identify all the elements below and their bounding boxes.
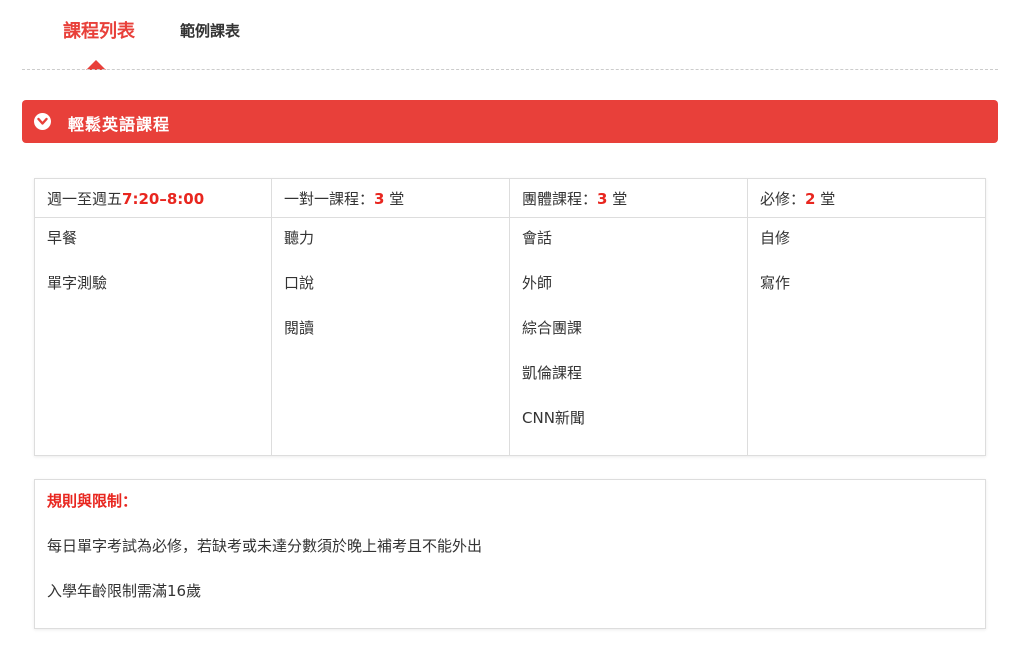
header-highlight: 3 bbox=[597, 190, 608, 208]
header-suffix: 堂 bbox=[815, 190, 836, 208]
list-item: 會話 bbox=[522, 229, 553, 247]
rules-panel: 規則與限制： 每日單字考試為必修，若缺考或未達分數須於晚上補考且不能外出 入學年… bbox=[34, 479, 986, 629]
header-text: 週一至週五 bbox=[47, 190, 123, 208]
header-text: 必修： bbox=[760, 190, 806, 208]
header-text: 團體課程： bbox=[522, 190, 598, 208]
list-item: 聽力 bbox=[284, 229, 315, 247]
course-title: 輕鬆英語課程 bbox=[68, 115, 171, 134]
list-item: 閱讀 bbox=[284, 319, 315, 337]
tab-bar: 課程列表 範例課表 bbox=[0, 0, 1024, 72]
column-header: 團體課程：3 堂 bbox=[510, 179, 747, 218]
header-highlight: 3 bbox=[374, 190, 385, 208]
list-item: 單字測驗 bbox=[47, 274, 108, 292]
header-highlight: 2 bbox=[805, 190, 816, 208]
header-suffix: 堂 bbox=[384, 190, 405, 208]
list-item: 早餐 bbox=[47, 229, 78, 247]
list-item: 綜合團課 bbox=[522, 319, 583, 337]
list-item: 口說 bbox=[284, 274, 315, 292]
column-header: 週一至週五7:20–8:00 bbox=[35, 179, 271, 218]
header-suffix: 堂 bbox=[607, 190, 628, 208]
schedule-column-required: 必修：2 堂 自修 寫作 bbox=[748, 179, 985, 455]
schedule-column-one-on-one: 一對一課程：3 堂 聽力 口說 閱讀 bbox=[272, 179, 510, 455]
column-header: 必修：2 堂 bbox=[748, 179, 985, 218]
course-accordion-header[interactable]: 輕鬆英語課程 bbox=[22, 100, 998, 143]
list-item: CNN新聞 bbox=[522, 409, 585, 427]
list-item: 自修 bbox=[760, 229, 791, 247]
schedule-column-group: 團體課程：3 堂 會話 外師 綜合團課 凱倫課程 CNN新聞 bbox=[510, 179, 748, 455]
column-header: 一對一課程：3 堂 bbox=[272, 179, 509, 218]
header-highlight: 7:20–8:00 bbox=[122, 190, 205, 208]
tab-divider bbox=[22, 69, 998, 70]
list-item: 外師 bbox=[522, 274, 553, 292]
header-text: 一對一課程： bbox=[284, 190, 375, 208]
tab-course-list[interactable]: 課程列表 bbox=[63, 17, 135, 43]
schedule-column-daily: 週一至週五7:20–8:00 早餐 單字測驗 bbox=[35, 179, 272, 455]
rules-title: 規則與限制： bbox=[47, 492, 138, 510]
chevron-down-circle-icon bbox=[34, 113, 51, 130]
list-item: 寫作 bbox=[760, 274, 791, 292]
list-item: 凱倫課程 bbox=[522, 364, 583, 382]
rule-item: 入學年齡限制需滿16歲 bbox=[47, 582, 202, 600]
rule-item: 每日單字考試為必修，若缺考或未達分數須於晚上補考且不能外出 bbox=[47, 537, 483, 555]
tab-sample-schedule[interactable]: 範例課表 bbox=[180, 20, 240, 41]
schedule-table: 週一至週五7:20–8:00 早餐 單字測驗 一對一課程：3 堂 聽力 口說 閱… bbox=[34, 178, 986, 456]
